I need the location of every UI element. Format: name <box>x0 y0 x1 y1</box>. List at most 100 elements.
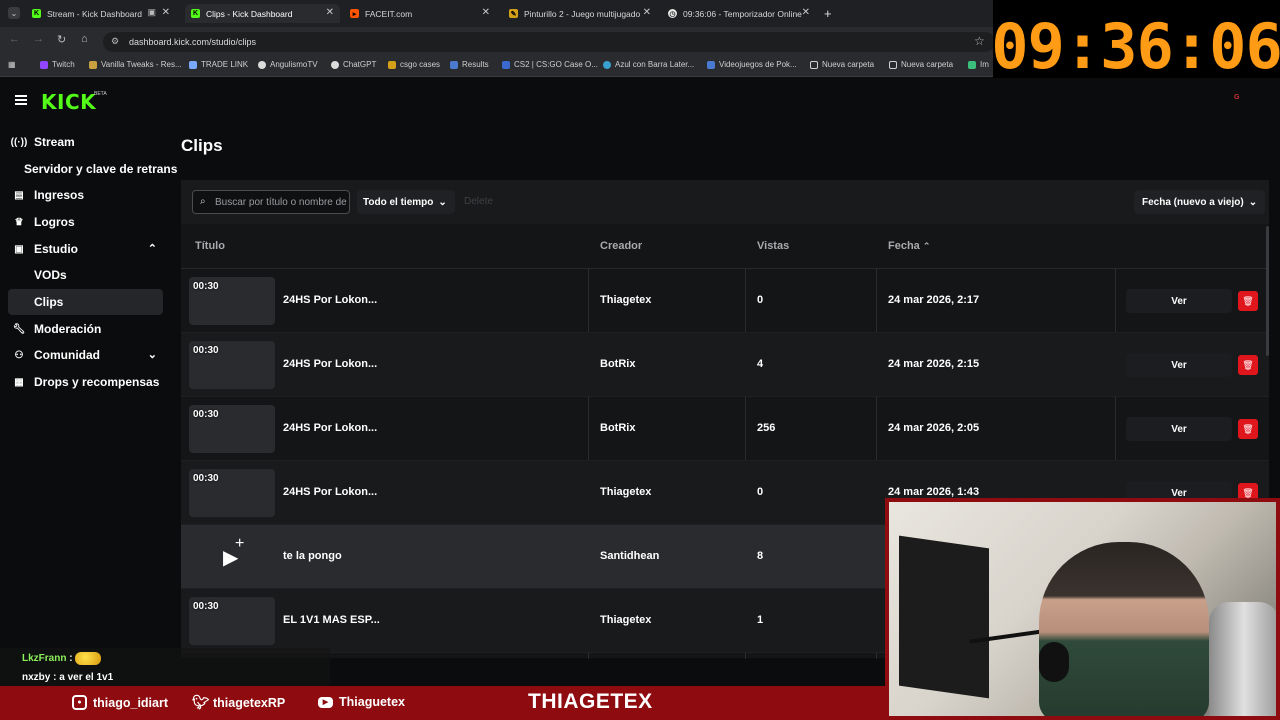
table-row[interactable]: 00:30 24HS Por Lokon... Thiagetex 0 24 m… <box>181 269 1269 333</box>
kick-logo[interactable]: KICK <box>41 90 96 114</box>
sidebar-item-moderacion[interactable]: 🔧︎ Moderación <box>8 316 163 342</box>
clip-title[interactable]: 24HS Por Lokon... <box>283 486 377 498</box>
table-row[interactable]: 00:30 24HS Por Lokon... BotRix 4 24 mar … <box>181 333 1269 397</box>
column-header-creator[interactable]: Creador <box>600 240 642 252</box>
clip-thumbnail[interactable]: 00:30 <box>189 341 275 389</box>
back-icon[interactable]: ← <box>9 33 20 45</box>
sidebar-item-label: Ingresos <box>34 188 85 202</box>
clip-title[interactable]: 24HS Por Lokon... <box>283 358 377 370</box>
tab-timer[interactable]: ◷ 09:36:06 - Temporizador Online ✕ <box>662 4 816 23</box>
chevron-down-icon[interactable]: ⌄ <box>148 348 157 361</box>
bookmark-label: AngulismoTV <box>270 60 318 69</box>
angulismo-icon <box>258 60 266 69</box>
table-row[interactable]: 00:30 24HS Por Lokon... BotRix 256 24 ma… <box>181 397 1269 461</box>
clip-title[interactable]: 24HS Por Lokon... <box>283 294 377 306</box>
search-icon: ⌕ <box>200 196 206 207</box>
bookmark-trade-link[interactable]: TRADE LINK <box>189 60 248 69</box>
bookmark-star-icon[interactable]: ☆ <box>974 34 985 48</box>
bookmark-images[interactable]: Im <box>968 60 989 69</box>
clock-favicon-icon: ◷ <box>668 9 677 18</box>
url-input[interactable]: ⚙ dashboard.kick.com/studio/clips <box>103 32 995 52</box>
sidebar-item-drops[interactable]: ▦ Drops y recompensas <box>8 369 163 395</box>
sidebar-item-estudio[interactable]: ▣ Estudio ⌃ <box>8 236 163 262</box>
clip-thumbnail[interactable]: 00:30 <box>189 405 275 453</box>
clip-creator[interactable]: BotRix <box>600 358 635 370</box>
trash-icon[interactable]: 🗑︎ <box>1238 419 1258 439</box>
sidebar-item-vods[interactable]: VODs <box>8 262 163 288</box>
new-tab-icon[interactable]: + <box>824 6 832 21</box>
view-clip-button[interactable]: Ver <box>1126 289 1232 313</box>
hamburger-menu-icon[interactable] <box>15 95 27 105</box>
close-tab-icon[interactable]: ✕ <box>162 7 170 18</box>
scrollbar-thumb[interactable] <box>1266 226 1269 356</box>
clip-thumbnail[interactable]: ▶ + <box>189 533 275 581</box>
bookmark-folder-1[interactable]: Nueva carpeta <box>810 60 874 69</box>
bookmark-chatgpt[interactable]: ChatGPT <box>331 60 376 69</box>
webcam-microphone <box>1039 642 1069 682</box>
tab-pinturillo[interactable]: ✎ Pinturillo 2 - Juego multijugado ✕ <box>503 4 657 23</box>
tab-faceit[interactable]: ▸ FACEIT.com ✕ <box>344 4 496 23</box>
sort-dropdown[interactable]: Fecha (nuevo a viejo) ⌄ <box>1134 190 1266 214</box>
sidebar-item-clips[interactable]: Clips <box>8 289 163 315</box>
clip-thumbnail[interactable]: 00:30 <box>189 469 275 517</box>
clip-title[interactable]: te la pongo <box>283 550 342 562</box>
sidebar-item-stream-key[interactable]: Servidor y clave de retransm <box>8 156 178 182</box>
close-tab-icon[interactable]: ✕ <box>802 7 810 18</box>
delete-selected-button[interactable]: Delete <box>464 196 493 207</box>
sidebar-item-logros[interactable]: ♛ Logros <box>8 209 163 235</box>
bookmark-twitch[interactable]: Twitch <box>40 60 75 69</box>
clip-thumbnail[interactable]: 00:30 <box>189 597 275 645</box>
close-tab-icon[interactable]: ✕ <box>482 7 490 18</box>
bookmark-folder-2[interactable]: Nueva carpeta <box>889 60 953 69</box>
twitch-icon <box>40 60 48 69</box>
time-filter-dropdown[interactable]: Todo el tiempo ⌄ <box>357 190 455 214</box>
sidebar-item-label: VODs <box>34 268 67 282</box>
clip-creator[interactable]: Thiagetex <box>600 614 651 626</box>
close-tab-icon[interactable]: ✕ <box>643 7 651 18</box>
bookmark-videojuegos[interactable]: Videojuegos de Pok... <box>707 60 797 69</box>
sidebar-item-stream[interactable]: ((·)) Stream <box>8 129 163 155</box>
view-clip-button[interactable]: Ver <box>1126 417 1232 441</box>
trash-icon[interactable]: 🗑︎ <box>1238 355 1258 375</box>
apps-grid-icon[interactable]: ▦ <box>8 60 16 69</box>
chatgpt-icon <box>331 60 339 69</box>
clip-title[interactable]: 24HS Por Lokon... <box>283 422 377 434</box>
column-header-views[interactable]: Vistas <box>757 240 789 252</box>
close-tab-icon[interactable]: ✕ <box>326 7 334 18</box>
clip-title[interactable]: EL 1V1 MAS ESP... <box>283 614 380 626</box>
reload-icon[interactable]: ↻ <box>57 33 66 46</box>
sidebar-item-comunidad[interactable]: ⚇ Comunidad ⌄ <box>8 342 163 368</box>
sort-label: Fecha (nuevo a viejo) <box>1142 196 1244 208</box>
chat-message: LkzFrann : <box>22 652 102 665</box>
view-clip-button[interactable]: Ver <box>1126 353 1232 377</box>
user-avatar[interactable]: G <box>1234 94 1250 106</box>
sidebar-item-ingresos[interactable]: ▤ Ingresos <box>8 182 163 208</box>
clip-duration: 00:30 <box>193 473 219 484</box>
search-input[interactable]: ⌕ Buscar por título o nombre de <box>192 190 350 214</box>
bookmark-results[interactable]: Results <box>450 60 489 69</box>
clip-creator[interactable]: Thiagetex <box>600 294 651 306</box>
clip-creator[interactable]: Thiagetex <box>600 486 651 498</box>
clip-creator[interactable]: BotRix <box>600 422 635 434</box>
trophy-icon: ♛ <box>14 216 24 228</box>
bookmark-label: TRADE LINK <box>201 60 249 69</box>
forward-icon[interactable]: → <box>33 33 44 45</box>
bookmark-vanilla-tweaks[interactable]: Vanilla Tweaks - Res... <box>89 60 182 69</box>
tab-clips-kick[interactable]: K Clips - Kick Dashboard ✕ <box>185 4 340 23</box>
column-header-date[interactable]: Fecha ⌃ <box>888 240 930 252</box>
bookmark-cs2-case[interactable]: CS2 | CS:GO Case O... <box>502 60 598 69</box>
clip-creator[interactable]: Santidhean <box>600 550 659 562</box>
column-header-title[interactable]: Título <box>195 240 225 252</box>
clip-views: 0 <box>757 294 764 306</box>
trash-icon[interactable]: 🗑︎ <box>1238 291 1258 311</box>
bookmark-csgo-cases[interactable]: csgo cases <box>388 60 440 69</box>
bookmark-angulismo[interactable]: AngulismoTV <box>258 60 318 69</box>
page-title: Clips <box>181 136 223 155</box>
clip-thumbnail[interactable]: 00:30 <box>189 277 275 325</box>
chevron-up-icon[interactable]: ⌃ <box>148 242 157 255</box>
tab-stream-kick[interactable]: K Stream - Kick Dashboard ▣ ✕ <box>26 4 176 23</box>
bookmark-azul[interactable]: Azul con Barra Later... <box>603 60 694 69</box>
site-info-icon[interactable]: ⚙ <box>111 36 119 47</box>
home-icon[interactable]: ⌂ <box>81 33 88 45</box>
tab-list-button[interactable]: ⌄ <box>8 7 20 19</box>
